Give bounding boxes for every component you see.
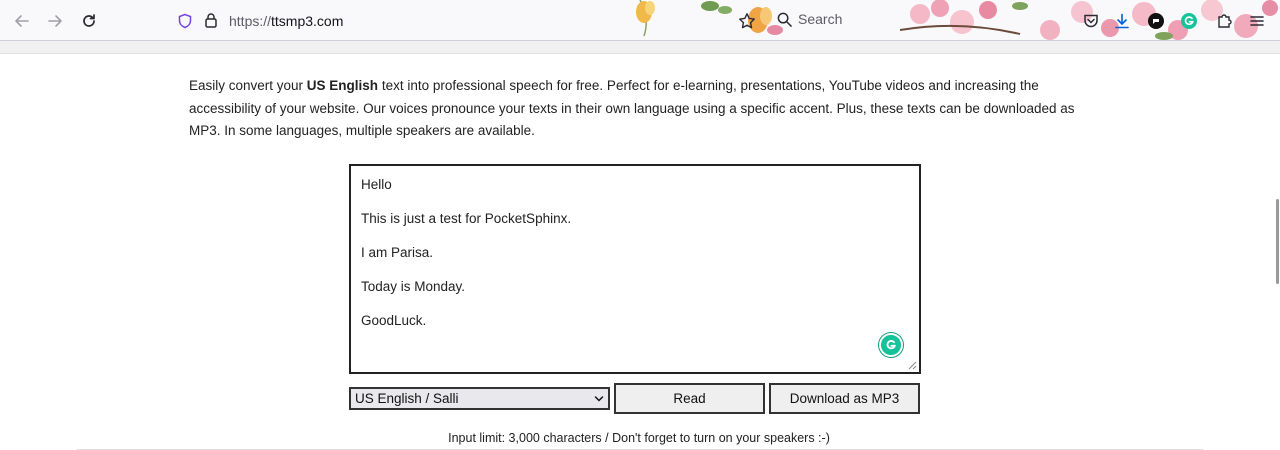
intro-language-bold: US English <box>306 78 379 93</box>
url-protocol: https:// <box>229 13 272 29</box>
voice-select[interactable]: US English / Salli <box>349 387 610 410</box>
address-bar[interactable]: https://ttsmp3.com <box>170 6 770 36</box>
grammarly-extension-button[interactable] <box>1178 10 1200 32</box>
reload-icon <box>83 14 95 27</box>
text-line: This is just a test for PocketSphinx. <box>361 211 572 226</box>
downloads-button[interactable] <box>1111 10 1133 32</box>
hamburger-menu-icon <box>1250 16 1264 26</box>
intro-paragraph: Easily convert your US English text into… <box>189 75 1099 143</box>
text-line: GoodLuck. <box>361 313 427 328</box>
puzzle-icon <box>1218 14 1232 28</box>
grammarly-g-icon <box>886 340 896 350</box>
back-button[interactable] <box>11 10 33 32</box>
chat-bubble-icon <box>1148 13 1164 29</box>
arrow-left-icon <box>15 15 29 27</box>
input-limit-hint: Input limit: 3,000 characters / Don't fo… <box>448 431 830 445</box>
grammarly-button[interactable] <box>879 333 903 357</box>
download-icon <box>1115 13 1129 29</box>
text-line: Hello <box>361 177 392 192</box>
grammarly-icon <box>1181 13 1197 29</box>
menu-button[interactable] <box>1246 10 1268 32</box>
voice-selected-value: US English / Salli <box>355 391 459 406</box>
text-input-area[interactable]: Hello This is just a test for PocketSphi… <box>349 164 921 374</box>
extensions-button[interactable] <box>1213 10 1235 32</box>
download-mp3-button[interactable]: Download as MP3 <box>769 383 920 414</box>
text-line: I am Parisa. <box>361 245 434 260</box>
text-line: Today is Monday. <box>361 279 466 294</box>
search-label: Search <box>798 11 843 27</box>
read-button[interactable]: Read <box>614 383 765 414</box>
star-icon <box>739 13 755 29</box>
lock-icon[interactable] <box>204 12 218 28</box>
arrow-right-icon <box>48 15 62 27</box>
browser-toolbar: https://ttsmp3.com Search <box>0 0 1280 41</box>
pocket-button[interactable] <box>1080 10 1102 32</box>
bookmark-star-button[interactable] <box>736 10 758 32</box>
page-top-strip <box>0 41 1280 54</box>
chevron-down-icon <box>594 395 604 402</box>
reload-button[interactable] <box>78 10 100 32</box>
intro-text-start: Easily convert your <box>189 78 307 93</box>
forward-button[interactable] <box>44 10 66 32</box>
search-box[interactable]: Search <box>777 11 842 27</box>
url-text[interactable]: https://ttsmp3.com <box>229 13 343 29</box>
extension-chat-button[interactable] <box>1145 10 1167 32</box>
resize-grip-icon[interactable] <box>907 360 917 370</box>
shield-icon[interactable] <box>177 13 193 29</box>
page-scrollbar[interactable] <box>1274 54 1280 450</box>
url-host: ttsmp3.com <box>271 13 344 29</box>
search-icon <box>777 12 792 27</box>
scrollbar-thumb[interactable] <box>1276 199 1279 284</box>
pocket-icon <box>1084 14 1098 28</box>
